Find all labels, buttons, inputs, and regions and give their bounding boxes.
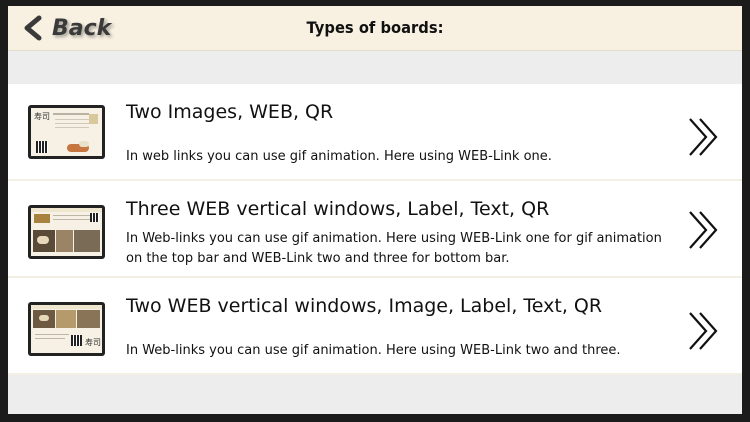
board-type-description: In Web-links you can use gif animation. … [126,231,662,266]
board-type-description: In web links you can use gif animation. … [126,149,552,164]
page-title: Types of boards: [306,18,444,37]
board-type-item-two-web-vertical-windows[interactable]: 寿司 Two WEB vertical windows, Image, Labe… [8,278,742,375]
board-thumbnail: 寿司 [28,105,105,159]
board-type-title: Two WEB vertical windows, Image, Label, … [126,295,603,317]
qr-code-icon [90,213,99,222]
board-type-title: Two Images, WEB, QR [126,101,334,123]
thumbnail-caption: 寿司 [34,112,50,121]
board-type-title: Three WEB vertical windows, Label, Text,… [126,198,550,220]
app-screen: Back Types of boards: 寿司 Two Images, WEB… [8,6,742,414]
thumbnail-caption: 寿司 [85,338,101,347]
board-type-description: In Web-links you can use gif animation. … [126,343,621,358]
top-bar: Back Types of boards: [8,6,742,51]
board-type-item-three-web-vertical-windows[interactable]: Three WEB vertical windows, Label, Text,… [8,181,742,278]
qr-code-icon [71,335,82,346]
board-thumbnail: 寿司 [28,302,105,356]
board-type-list: 寿司 Two Images, WEB, QR In web links you … [8,84,742,375]
board-thumbnail [28,205,105,259]
double-chevron-right-icon[interactable] [686,209,722,251]
board-type-item-two-images-web-qr[interactable]: 寿司 Two Images, WEB, QR In web links you … [8,84,742,181]
double-chevron-right-icon[interactable] [686,310,722,352]
double-chevron-right-icon[interactable] [686,116,722,158]
qr-code-icon [36,141,48,153]
